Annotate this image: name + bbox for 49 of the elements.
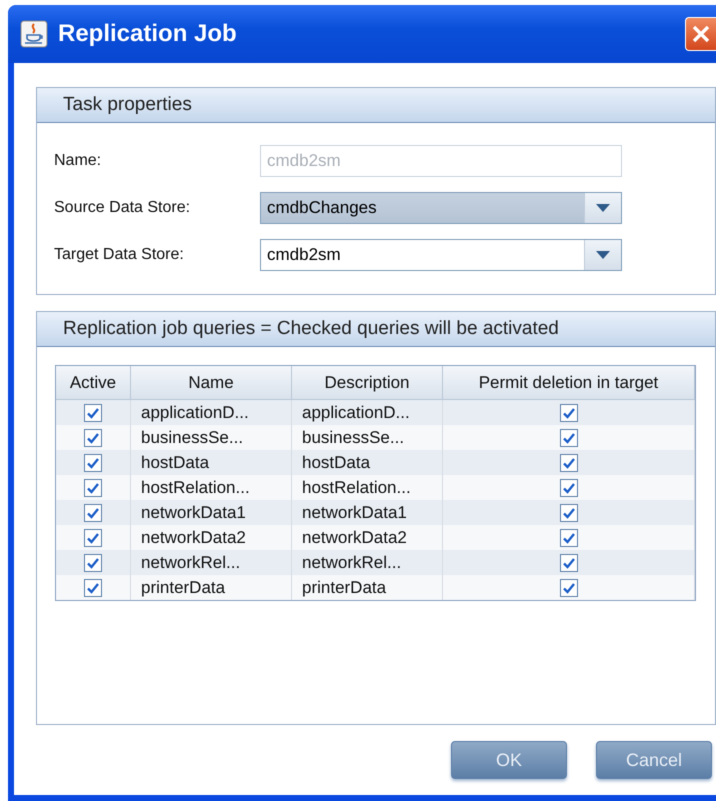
table-cell: applicationD... bbox=[292, 400, 442, 425]
dropdown[interactable]: cmdb2sm bbox=[260, 238, 622, 270]
checkbox[interactable] bbox=[84, 579, 102, 598]
checkbox[interactable] bbox=[560, 504, 578, 522]
table-cell: businessSe... bbox=[130, 425, 292, 450]
field-label: Target Data Store: bbox=[54, 246, 185, 264]
checkbox[interactable] bbox=[84, 429, 102, 448]
window-title: Replication Job bbox=[58, 20, 237, 48]
checkbox[interactable] bbox=[560, 454, 578, 472]
table-cell: hostData bbox=[130, 450, 292, 475]
checkbox[interactable] bbox=[84, 404, 102, 422]
checkbox[interactable] bbox=[560, 579, 578, 598]
dropdown[interactable]: cmdbChanges bbox=[260, 192, 622, 224]
table-cell: networkData1 bbox=[130, 500, 292, 525]
table-cell: networkData1 bbox=[292, 500, 442, 525]
panel-title: Replication job queries = Checked queries will be activated bbox=[37, 312, 715, 347]
table-cell: applicationD... bbox=[130, 400, 292, 425]
checkbox[interactable] bbox=[84, 554, 102, 572]
table-cell: networkData2 bbox=[130, 525, 292, 550]
column-header[interactable]: Active bbox=[56, 366, 130, 400]
checkbox[interactable] bbox=[560, 554, 578, 572]
dropdown-arrow-icon bbox=[595, 202, 611, 212]
column-header[interactable]: Permit deletion in target bbox=[442, 366, 694, 400]
close-icon bbox=[691, 24, 711, 44]
checkbox[interactable] bbox=[560, 529, 578, 548]
table-cell: networkData2 bbox=[292, 525, 442, 550]
table-cell: networkRel... bbox=[130, 550, 292, 575]
table-cell: hostData bbox=[292, 450, 442, 475]
checkbox[interactable] bbox=[84, 529, 102, 548]
coffee-cup-icon bbox=[20, 20, 48, 48]
panel-title: Task properties bbox=[37, 88, 715, 123]
table-cell: businessSe... bbox=[292, 425, 442, 450]
table-cell: hostRelation... bbox=[292, 475, 442, 500]
table-cell: printerData bbox=[292, 575, 442, 600]
checkbox[interactable] bbox=[560, 429, 578, 448]
field-label: Name: bbox=[54, 152, 102, 170]
dropdown-arrow-icon bbox=[595, 250, 611, 260]
checkbox[interactable] bbox=[560, 479, 578, 498]
field-label: Source Data Store: bbox=[54, 198, 192, 216]
close-button[interactable] bbox=[685, 17, 716, 51]
checkbox[interactable] bbox=[560, 404, 578, 422]
column-header[interactable]: Name bbox=[130, 366, 292, 400]
table-cell: networkRel... bbox=[292, 550, 442, 575]
column-header[interactable]: Description bbox=[292, 366, 442, 400]
table-cell: hostRelation... bbox=[130, 475, 292, 500]
table-cell: printerData bbox=[130, 575, 292, 600]
checkbox[interactable] bbox=[84, 454, 102, 472]
checkbox[interactable] bbox=[84, 479, 102, 498]
checkbox[interactable] bbox=[84, 504, 102, 522]
